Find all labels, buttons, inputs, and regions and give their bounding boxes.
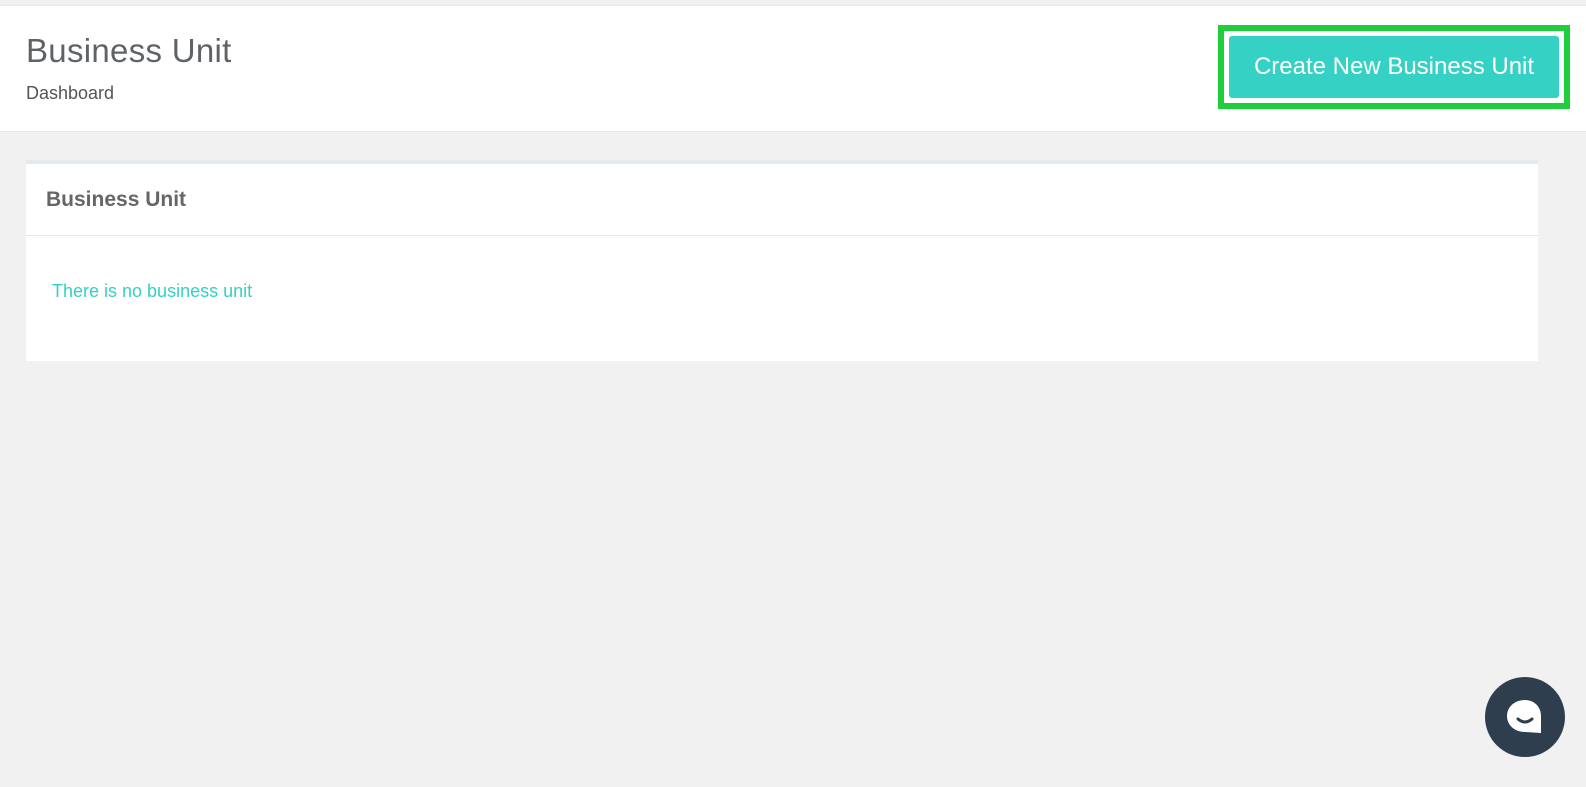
page-header: Business Unit Dashboard Create New Busin… (0, 6, 1586, 132)
chat-bubble-icon (1507, 700, 1541, 733)
business-unit-panel: Business Unit There is no business unit (26, 160, 1538, 361)
empty-state-message: There is no business unit (52, 281, 253, 301)
panel-title: Business Unit (46, 187, 187, 211)
chat-launcher-button[interactable] (1485, 677, 1565, 757)
breadcrumb-dashboard[interactable]: Dashboard (26, 83, 114, 104)
create-business-unit-button[interactable]: Create New Business Unit (1229, 36, 1559, 98)
button-highlight-frame: Create New Business Unit (1218, 25, 1570, 109)
panel-header: Business Unit (26, 164, 1538, 236)
page-title: Business Unit (26, 32, 232, 69)
